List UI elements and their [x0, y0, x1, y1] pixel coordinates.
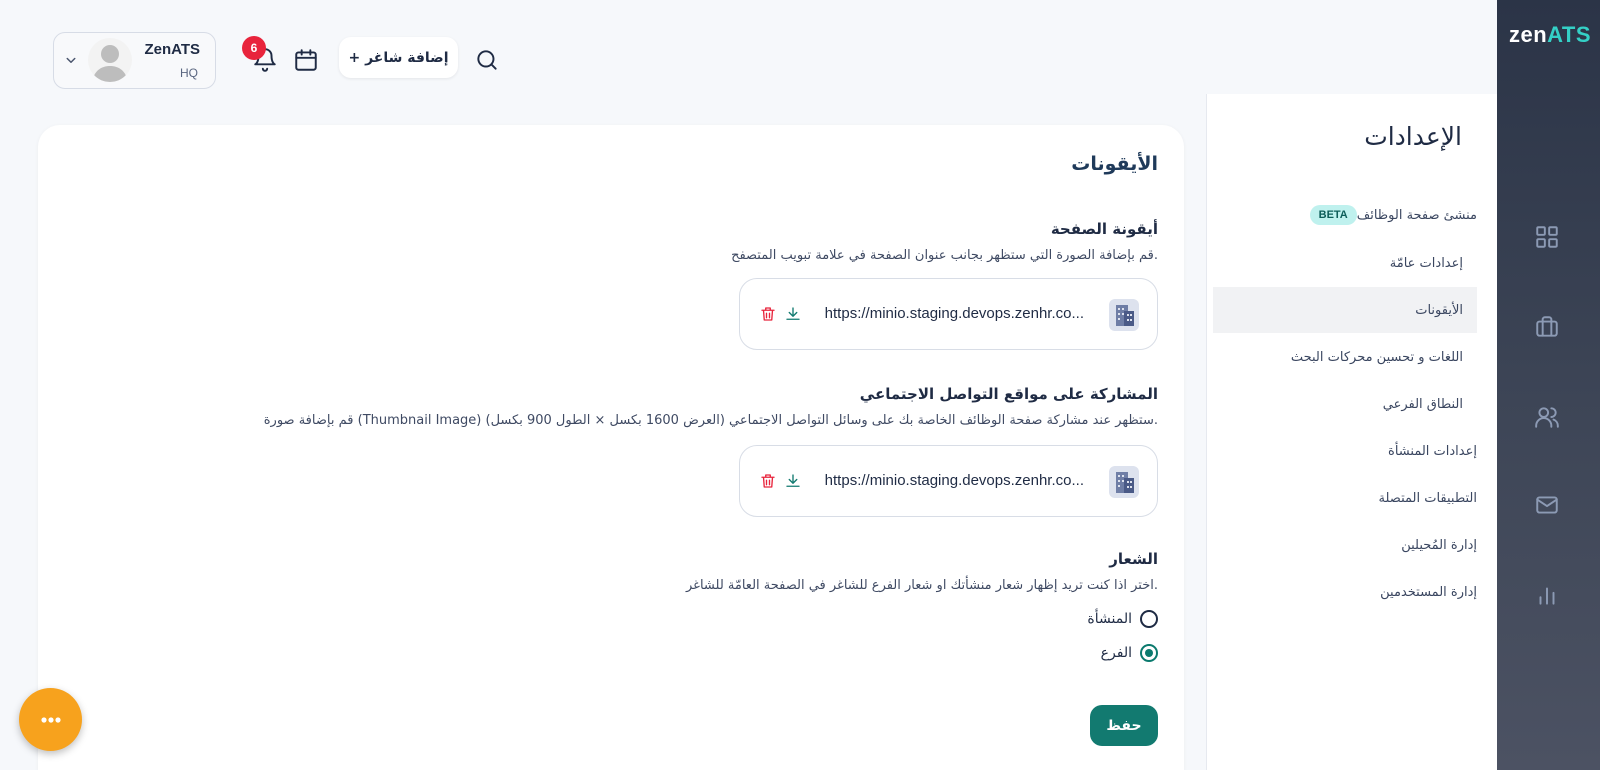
nav-item-icons[interactable]: الأيقونات	[1213, 287, 1477, 333]
top-header	[0, 0, 1497, 94]
settings-title: الإعدادات	[1364, 122, 1462, 151]
nav-item-general-settings[interactable]: إعدادات عامّة	[1213, 240, 1477, 286]
logo-title: الشعار	[1109, 550, 1158, 568]
search-icon[interactable]	[472, 45, 502, 75]
logo-desc: اختر اذا كنت تريد إظهار شعار منشأتك او ش…	[685, 578, 1158, 593]
nav-item-users[interactable]: إدارة المستخدمين	[1213, 569, 1477, 615]
beta-badge: BETA	[1309, 205, 1357, 225]
users-icon[interactable]	[1532, 402, 1562, 432]
more-actions-button[interactable]	[19, 688, 82, 751]
bar-chart-icon[interactable]	[1532, 580, 1562, 610]
user-branch: HQ	[180, 66, 198, 80]
nav-item-referrers[interactable]: إدارة المُحيلين	[1213, 522, 1477, 568]
more-icon	[40, 716, 61, 723]
nav-item-career-page-builder[interactable]: BETA منشئ صفحة الوظائف	[1213, 192, 1477, 238]
page-title: الأيقونات	[1071, 153, 1158, 175]
settings-nav: الإعدادات BETA منشئ صفحة الوظائف إعدادات…	[1206, 94, 1497, 770]
radio-button-selected[interactable]	[1140, 644, 1158, 662]
mail-icon[interactable]	[1532, 490, 1562, 520]
favicon-file: https://minio.staging.devops.zenhr.co...	[739, 278, 1158, 350]
download-icon[interactable]	[783, 471, 803, 491]
favicon-title: أيقونة الصفحة	[1050, 220, 1158, 238]
social-title: المشاركة على مواقع التواصل الاجتماعي	[859, 385, 1158, 403]
chevron-down-icon	[62, 51, 80, 69]
icons-settings-card: الأيقونات أيقونة الصفحة قم بإضافة الصورة…	[38, 125, 1184, 770]
nav-item-subdomain[interactable]: النطاق الفرعي	[1213, 381, 1477, 427]
download-icon[interactable]	[783, 304, 803, 324]
radio-branch[interactable]: الفرع	[1101, 642, 1158, 664]
add-job-button[interactable]: + إضافة شاغر	[339, 37, 458, 78]
favicon-url[interactable]: https://minio.staging.devops.zenhr.co...	[825, 305, 1084, 322]
radio-button[interactable]	[1140, 610, 1158, 628]
building-icon	[1109, 466, 1139, 498]
calendar-icon[interactable]	[291, 45, 321, 75]
notification-badge: 6	[242, 36, 266, 60]
trash-icon[interactable]	[758, 304, 778, 324]
avatar	[88, 38, 132, 82]
favicon-desc: قم بإضافة الصورة التي ستظهر بجانب عنوان …	[731, 248, 1158, 263]
side-rail	[1497, 0, 1600, 770]
nav-item-languages-seo[interactable]: اللغات و تحسين محركات البحث	[1213, 334, 1477, 380]
zenats-logo[interactable]: zenATS	[1507, 22, 1593, 48]
save-button[interactable]: حفظ	[1090, 705, 1158, 746]
dashboard-icon[interactable]	[1532, 222, 1562, 252]
social-desc: قم بإضافة صورة (Thumbnail Image) ستظهر ع…	[263, 413, 1158, 428]
briefcase-icon[interactable]	[1532, 312, 1562, 342]
nav-item-connected-apps[interactable]: التطبيقات المتصلة	[1213, 475, 1477, 521]
trash-icon[interactable]	[758, 471, 778, 491]
social-file: https://minio.staging.devops.zenhr.co...	[739, 445, 1158, 517]
radio-company[interactable]: المنشأة	[1087, 608, 1158, 630]
user-menu[interactable]: ZenATS HQ	[53, 32, 216, 89]
social-url[interactable]: https://minio.staging.devops.zenhr.co...	[825, 472, 1084, 489]
user-name: ZenATS	[144, 41, 200, 58]
building-icon	[1109, 299, 1139, 331]
nav-item-company-settings[interactable]: إعدادات المنشأة	[1213, 428, 1477, 474]
